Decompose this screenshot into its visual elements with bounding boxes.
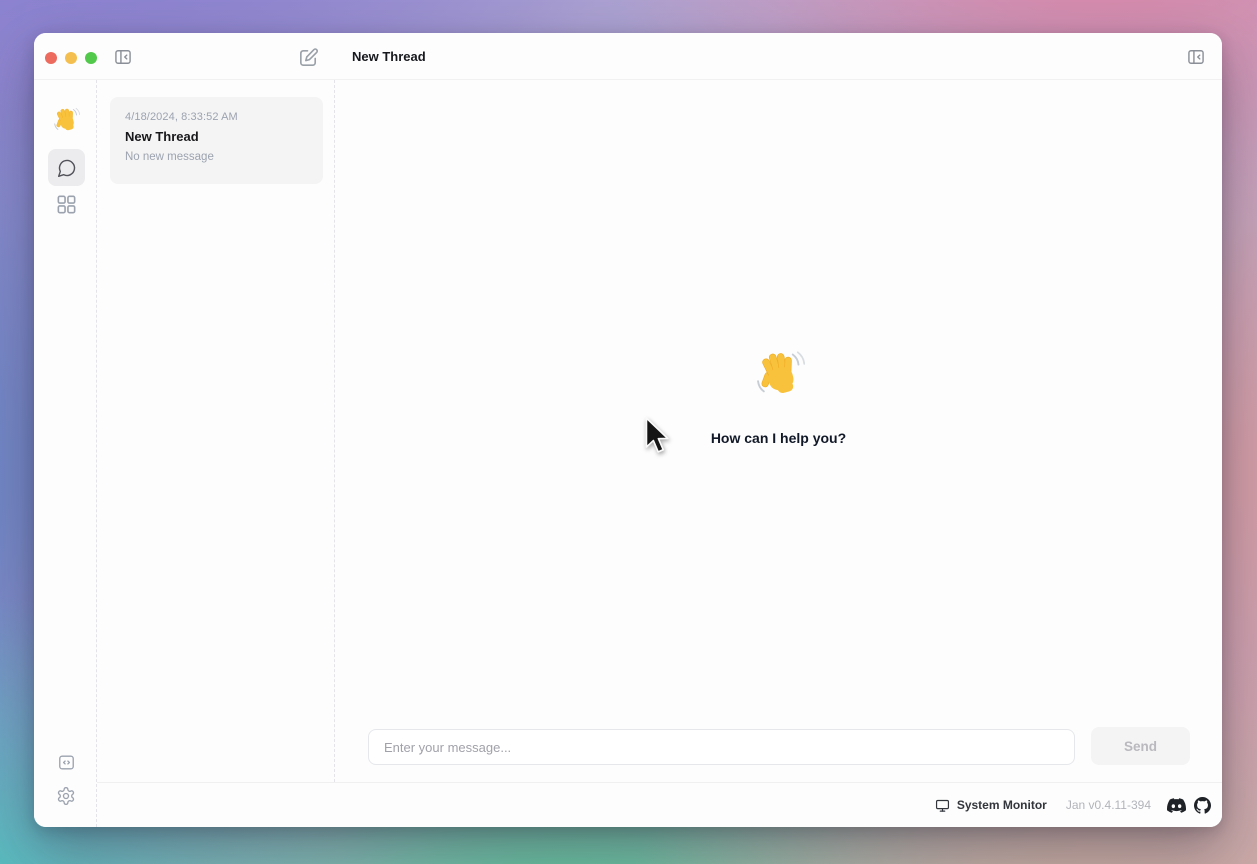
github-icon[interactable] — [1194, 797, 1211, 814]
zoom-window-button[interactable] — [85, 52, 97, 64]
jan-app-window: New Thread — [34, 33, 1222, 827]
close-window-button[interactable] — [45, 52, 57, 64]
page-title: New Thread — [352, 33, 426, 80]
monitor-icon — [935, 798, 950, 813]
panel-right-close-icon — [1186, 47, 1206, 67]
left-rail — [34, 80, 97, 827]
new-thread-button[interactable] — [297, 46, 320, 69]
desktop-background: { "titlebar": { "title": "New Thread", "… — [0, 0, 1257, 864]
rail-item-settings[interactable] — [56, 786, 76, 806]
panel-left-close-icon — [113, 47, 133, 67]
collapse-right-panel-button[interactable] — [1186, 47, 1206, 67]
grid-icon — [55, 193, 78, 216]
collapse-left-panel-button[interactable] — [113, 47, 133, 67]
system-monitor-label: System Monitor — [957, 798, 1047, 812]
compose-edit-icon — [297, 46, 320, 69]
settings-gear-icon — [56, 786, 76, 806]
titlebar: New Thread — [34, 33, 1222, 80]
social-links — [1167, 796, 1211, 815]
thread-list-panel: 4/18/2024, 8:33:52 AM New Thread No new … — [97, 80, 335, 782]
thread-list-item[interactable]: 4/18/2024, 8:33:52 AM New Thread No new … — [110, 97, 323, 184]
app-version-label: Jan v0.4.11-394 — [1066, 798, 1151, 812]
thread-title: New Thread — [125, 129, 308, 144]
greeting-text: How can I help you? — [335, 430, 1222, 446]
rail-item-local-api[interactable] — [56, 752, 76, 772]
chat-bubble-icon — [57, 158, 77, 178]
message-input[interactable] — [368, 729, 1075, 765]
rail-item-hub[interactable] — [54, 192, 78, 216]
rail-item-threads[interactable] — [48, 149, 85, 186]
system-monitor-button[interactable]: System Monitor — [935, 798, 1047, 813]
code-square-icon — [57, 753, 76, 772]
discord-icon[interactable] — [1167, 796, 1186, 815]
wave-logo-icon — [52, 106, 80, 134]
rail-item-home[interactable] — [52, 106, 80, 134]
thread-timestamp: 4/18/2024, 8:33:52 AM — [125, 111, 308, 123]
send-button[interactable]: Send — [1091, 727, 1190, 765]
empty-state: How can I help you? — [335, 348, 1222, 446]
thread-subtitle: No new message — [125, 151, 308, 163]
chat-main-area: How can I help you? Send — [335, 80, 1222, 782]
minimize-window-button[interactable] — [65, 52, 77, 64]
waving-hand-icon — [753, 348, 805, 400]
status-bar: System Monitor Jan v0.4.11-394 — [97, 782, 1222, 827]
composer-row: Send — [368, 727, 1190, 765]
